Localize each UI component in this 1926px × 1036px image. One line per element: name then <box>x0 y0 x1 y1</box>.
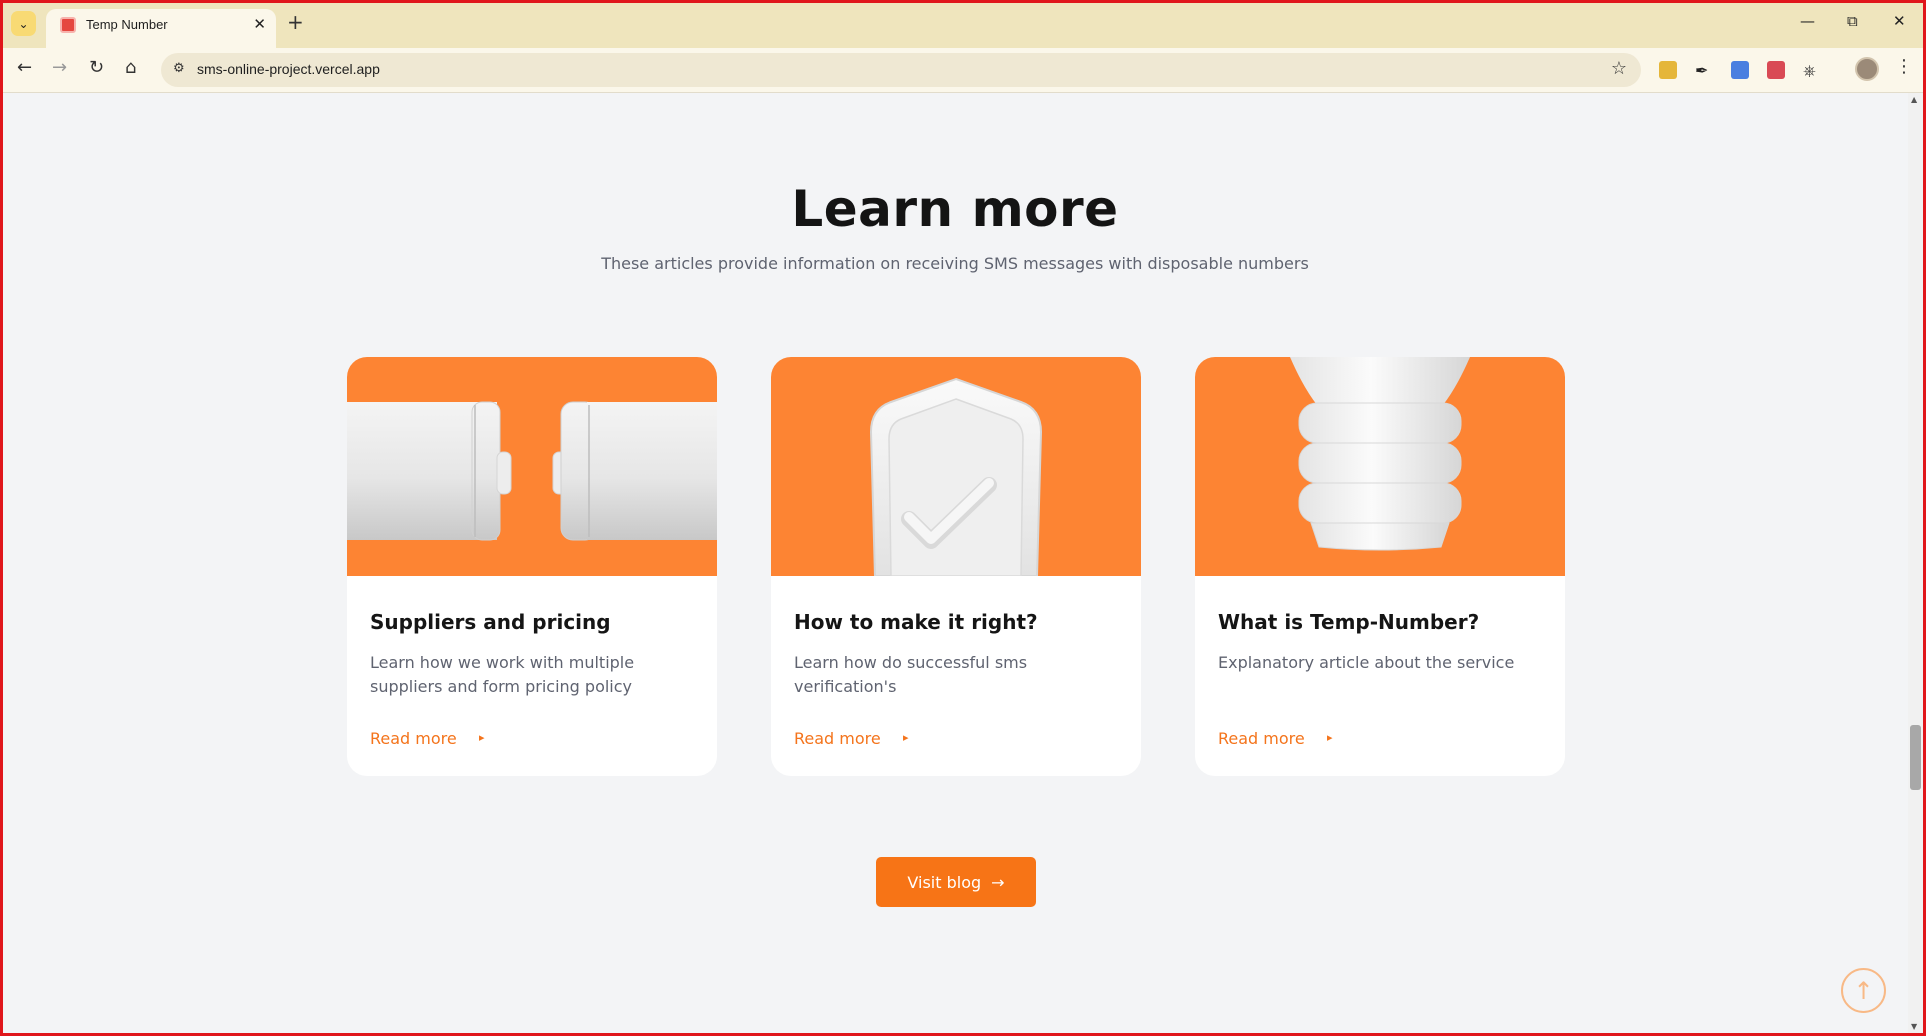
card-title: What is Temp-Number? <box>1218 610 1480 634</box>
article-card[interactable]: Suppliers and pricing Learn how we work … <box>347 357 717 776</box>
scrollbar-thumb[interactable] <box>1910 725 1921 790</box>
calendar-icon[interactable] <box>1767 61 1785 79</box>
card-description: Learn how we work with multiple supplier… <box>370 653 635 696</box>
extension-icon[interactable] <box>1659 61 1677 79</box>
tab-search-button[interactable]: ⌄ <box>11 11 36 36</box>
browser-toolbar: ← → ↻ ⌂ ⚙ sms-online-project.vercel.app … <box>0 48 1926 93</box>
extension-icon[interactable] <box>1731 61 1749 79</box>
card-title: How to make it right? <box>794 610 1038 634</box>
tab-title: Temp Number <box>86 17 168 32</box>
star-icon[interactable]: ☆ <box>1611 58 1627 79</box>
browser-tab-bar: ⌄ Temp Number ✕ + — ⧉ ✕ <box>0 0 1926 48</box>
chevron-down-icon: ⌄ <box>18 16 29 31</box>
puzzle-icon[interactable]: ⎈ <box>1803 61 1821 80</box>
caret-right-icon: ▸ <box>479 731 485 744</box>
scroll-up-icon[interactable]: ▲ <box>1911 95 1917 104</box>
favicon-icon <box>60 17 76 33</box>
minimize-icon[interactable]: — <box>1800 12 1815 30</box>
window-close-icon[interactable]: ✕ <box>1893 12 1906 30</box>
new-tab-button[interactable]: + <box>287 10 304 34</box>
back-icon[interactable]: ← <box>17 57 32 78</box>
battery-illustration <box>347 357 717 576</box>
article-card[interactable]: What is Temp-Number? Explanatory article… <box>1195 357 1565 776</box>
section-subtitle: These articles provide information on re… <box>601 254 1309 273</box>
page-scrollbar[interactable]: ▲ ▼ <box>1908 93 1923 1033</box>
shield-check-illustration <box>771 357 1141 576</box>
scroll-down-icon[interactable]: ▼ <box>1911 1022 1917 1031</box>
read-more-link[interactable]: Read more <box>1218 729 1305 748</box>
section-title: Learn more <box>791 180 1119 238</box>
visit-blog-button[interactable]: Visit blog → <box>876 857 1036 907</box>
card-description: Learn how do successful sms verification… <box>794 653 1028 696</box>
card-title: Suppliers and pricing <box>370 610 611 634</box>
read-more-link[interactable]: Read more <box>794 729 881 748</box>
home-icon[interactable]: ⌂ <box>125 57 136 78</box>
card-description: Explanatory article about the service <box>1218 653 1515 672</box>
address-bar[interactable]: ⚙ sms-online-project.vercel.app ☆ <box>161 53 1641 87</box>
article-card[interactable]: How to make it right? Learn how do succe… <box>771 357 1141 776</box>
menu-icon[interactable]: ⋮ <box>1895 56 1913 77</box>
url-text: sms-online-project.vercel.app <box>197 61 380 77</box>
arrow-up-icon: ↑ <box>1853 976 1874 1005</box>
avatar[interactable] <box>1855 57 1879 81</box>
caret-right-icon: ▸ <box>1327 731 1333 744</box>
read-more-link[interactable]: Read more <box>370 729 457 748</box>
close-icon[interactable]: ✕ <box>253 15 266 33</box>
site-info-icon[interactable]: ⚙ <box>173 61 185 76</box>
visit-blog-label: Visit blog <box>907 872 982 892</box>
forward-icon[interactable]: → <box>52 57 67 78</box>
lightbulb-illustration <box>1195 357 1565 576</box>
pen-icon[interactable]: ✒ <box>1695 61 1713 80</box>
caret-right-icon: ▸ <box>903 731 909 744</box>
restore-icon[interactable]: ⧉ <box>1847 12 1858 30</box>
arrow-right-icon: → <box>991 872 1005 892</box>
reload-icon[interactable]: ↻ <box>89 57 104 78</box>
scroll-to-top-button[interactable]: ↑ <box>1841 968 1886 1013</box>
browser-tab[interactable]: Temp Number ✕ <box>46 9 276 48</box>
